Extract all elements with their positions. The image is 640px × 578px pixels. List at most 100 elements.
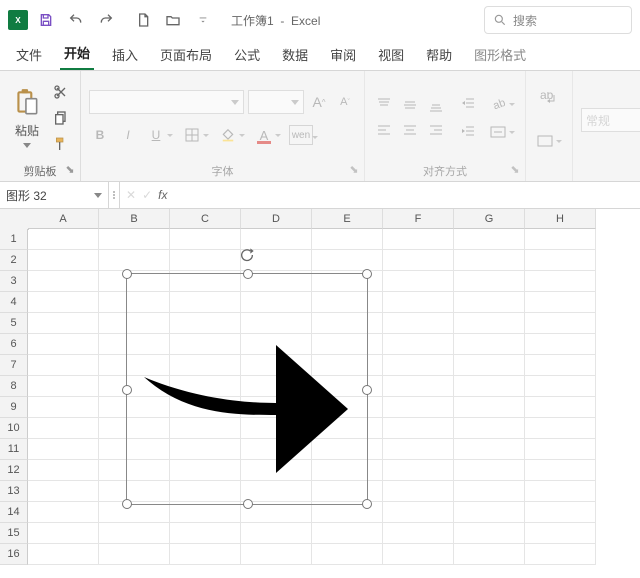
cell[interactable]: [99, 502, 170, 523]
resize-handle-n[interactable]: [243, 269, 253, 279]
align-dialog-launcher-icon[interactable]: ⬊: [509, 163, 521, 175]
search-input[interactable]: 搜索: [484, 6, 632, 34]
cell[interactable]: [99, 544, 170, 565]
cell[interactable]: [28, 334, 99, 355]
cell[interactable]: [383, 544, 454, 565]
cell[interactable]: [28, 439, 99, 460]
cell[interactable]: [525, 544, 596, 565]
cell[interactable]: [99, 523, 170, 544]
cell[interactable]: [454, 502, 525, 523]
cell[interactable]: [28, 229, 99, 250]
cell[interactable]: [454, 355, 525, 376]
cell[interactable]: [525, 250, 596, 271]
cell[interactable]: [383, 502, 454, 523]
row-header[interactable]: 6: [0, 334, 28, 355]
cell[interactable]: [170, 502, 241, 523]
right-arrow-shape[interactable]: [136, 329, 356, 489]
row-header[interactable]: 14: [0, 502, 28, 523]
clipboard-dialog-launcher-icon[interactable]: ⬊: [64, 163, 76, 175]
row-header[interactable]: 12: [0, 460, 28, 481]
cell[interactable]: [454, 334, 525, 355]
align-left-icon[interactable]: [373, 120, 395, 142]
cell[interactable]: [383, 481, 454, 502]
cell[interactable]: [525, 502, 596, 523]
increase-font-icon[interactable]: A^: [308, 91, 330, 113]
save-icon[interactable]: [34, 7, 58, 33]
column-header[interactable]: A: [28, 209, 99, 229]
cell[interactable]: [28, 502, 99, 523]
cell[interactable]: [28, 418, 99, 439]
cell[interactable]: [28, 313, 99, 334]
fill-color-button[interactable]: [217, 124, 239, 146]
undo-icon[interactable]: [64, 7, 88, 33]
row-header[interactable]: 13: [0, 481, 28, 502]
cell[interactable]: [454, 523, 525, 544]
cell[interactable]: [170, 229, 241, 250]
cell[interactable]: [383, 271, 454, 292]
cell[interactable]: [99, 229, 170, 250]
cell[interactable]: [28, 481, 99, 502]
cell[interactable]: [454, 271, 525, 292]
cell[interactable]: [383, 355, 454, 376]
orientation-icon[interactable]: ab: [487, 93, 509, 115]
cell[interactable]: [454, 418, 525, 439]
row-header[interactable]: 7: [0, 355, 28, 376]
row-header[interactable]: 5: [0, 313, 28, 334]
redo-icon[interactable]: [94, 7, 118, 33]
cell[interactable]: [454, 292, 525, 313]
wrap-text-icon[interactable]: ab: [538, 88, 560, 110]
cell[interactable]: [454, 376, 525, 397]
tab-view[interactable]: 视图: [374, 41, 408, 70]
cell[interactable]: [525, 418, 596, 439]
cell[interactable]: [383, 439, 454, 460]
cell[interactable]: [383, 376, 454, 397]
italic-button[interactable]: I: [117, 124, 139, 146]
cell[interactable]: [525, 397, 596, 418]
select-all-corner[interactable]: [0, 209, 29, 230]
fx-icon[interactable]: fx: [158, 188, 167, 202]
row-header[interactable]: 3: [0, 271, 28, 292]
resize-handle-sw[interactable]: [122, 499, 132, 509]
cell[interactable]: [525, 439, 596, 460]
cell[interactable]: [28, 250, 99, 271]
resize-handle-e[interactable]: [362, 385, 372, 395]
tab-data[interactable]: 数据: [278, 41, 312, 70]
cell[interactable]: [454, 544, 525, 565]
tab-review[interactable]: 审阅: [326, 41, 360, 70]
cell[interactable]: [525, 355, 596, 376]
cell[interactable]: [383, 292, 454, 313]
cell[interactable]: [170, 544, 241, 565]
cell[interactable]: [383, 460, 454, 481]
decrease-indent-icon[interactable]: [457, 93, 479, 115]
resize-handle-w[interactable]: [122, 385, 132, 395]
resize-handle-ne[interactable]: [362, 269, 372, 279]
cell[interactable]: [312, 250, 383, 271]
cell[interactable]: [170, 250, 241, 271]
open-folder-icon[interactable]: [161, 7, 185, 33]
copy-icon[interactable]: [50, 108, 72, 128]
name-box[interactable]: 图形 32: [0, 182, 109, 208]
column-header[interactable]: H: [525, 209, 596, 229]
cell[interactable]: [312, 544, 383, 565]
row-header[interactable]: 16: [0, 544, 28, 565]
resize-handle-s[interactable]: [243, 499, 253, 509]
cell[interactable]: [28, 376, 99, 397]
cell[interactable]: [454, 460, 525, 481]
cell[interactable]: [454, 481, 525, 502]
enter-formula-icon[interactable]: ✓: [142, 188, 152, 202]
border-button[interactable]: [181, 124, 203, 146]
font-color-button[interactable]: A: [253, 124, 275, 146]
cell[interactable]: [525, 523, 596, 544]
cell[interactable]: [28, 523, 99, 544]
format-painter-icon[interactable]: [50, 134, 72, 154]
tab-formulas[interactable]: 公式: [230, 41, 264, 70]
merge-cells-icon[interactable]: [534, 130, 556, 152]
cell[interactable]: [383, 334, 454, 355]
tab-file[interactable]: 文件: [12, 41, 46, 70]
cancel-formula-icon[interactable]: ✕: [126, 188, 136, 202]
cell[interactable]: [454, 250, 525, 271]
tab-help[interactable]: 帮助: [422, 41, 456, 70]
qat-more-icon[interactable]: [191, 7, 215, 33]
bold-button[interactable]: B: [89, 124, 111, 146]
cell[interactable]: [525, 292, 596, 313]
